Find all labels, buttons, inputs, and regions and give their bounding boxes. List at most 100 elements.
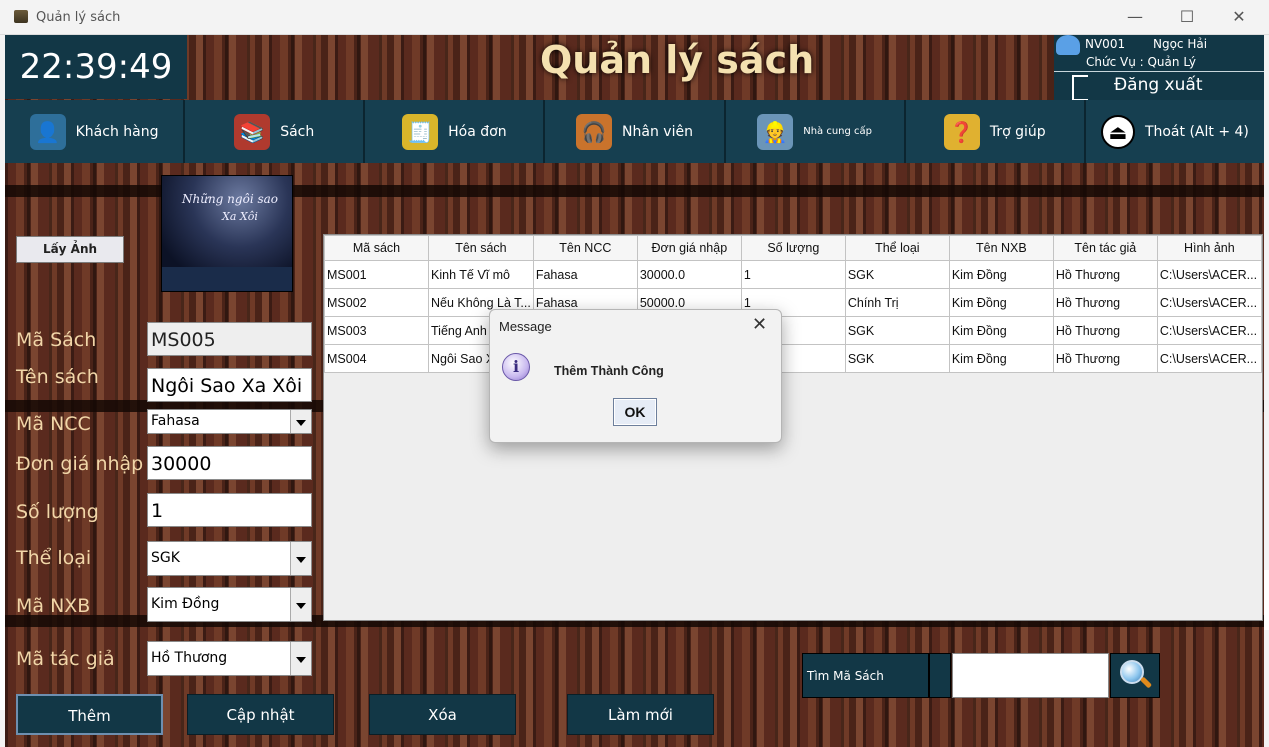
column-header[interactable]: Đơn giá nhập (636, 235, 742, 261)
table-cell: C:\Users\ACER... (1156, 288, 1262, 317)
nav-label: Nhân viên (622, 123, 693, 140)
nav-label: Trợ giúp (989, 123, 1046, 140)
books-icon: 📚 (234, 113, 271, 150)
logout-icon (1072, 75, 1088, 101)
add-button[interactable]: Thêm (16, 694, 163, 735)
table-row[interactable]: MS003 Tiếng Anh SGK Kim Đồng Hồ Thương C… (324, 316, 1262, 345)
chevron-down-icon[interactable] (290, 642, 311, 675)
table-cell: C:\Users\ACER... (1156, 260, 1262, 289)
desktop-edge (0, 170, 5, 710)
table-row[interactable]: MS002 Nếu Không Là T... Fahasa 50000.0 1… (324, 288, 1262, 317)
minimize-button[interactable]: — (1109, 0, 1161, 34)
table-cell: MS004 (324, 344, 429, 373)
dialog-title: Message (499, 319, 552, 334)
column-header[interactable]: Mã sách (324, 235, 429, 261)
books-grid: Mã sách Tên sách Tên NCC Đơn giá nhập Số… (324, 235, 1262, 373)
table-cell: MS001 (324, 260, 429, 289)
search-button[interactable] (1110, 653, 1160, 698)
main-nav: 👤 Khách hàng 📚 Sách 🧾 Hóa đơn 🎧 Nhân viê… (5, 100, 1264, 163)
nav-label: Sách (280, 123, 315, 140)
ma-nxb-select[interactable]: Kim Đồng (147, 587, 312, 622)
column-header[interactable]: Thể loại (844, 235, 950, 261)
table-cell: C:\Users\ACER... (1156, 316, 1262, 345)
chevron-down-icon[interactable] (290, 588, 311, 621)
table-cell: Hồ Thương (1052, 288, 1158, 317)
page-title: Quản lý sách (540, 38, 815, 82)
so-luong-label: Số lượng (16, 501, 99, 523)
nav-label: Nhà cung cấp (803, 126, 873, 137)
supplier-icon: 👷 (757, 113, 794, 150)
search-input[interactable] (952, 653, 1109, 698)
exit-icon: ⏏ (1100, 114, 1135, 149)
delete-button[interactable]: Xóa (369, 694, 516, 735)
ma-sach-label: Mã Sách (16, 329, 97, 351)
nav-help[interactable]: ❓ Trợ giúp (905, 100, 1086, 163)
window-titlebar: Quản lý sách — ☐ ✕ (0, 0, 1269, 35)
table-cell: Hồ Thương (1052, 344, 1158, 373)
update-button[interactable]: Cập nhật (187, 694, 334, 735)
table-cell: Kinh Tế Vĩ mô (428, 260, 534, 289)
table-cell: C:\Users\ACER... (1156, 344, 1262, 373)
maximize-button[interactable]: ☐ (1161, 0, 1213, 34)
ma-sach-field[interactable]: MS005 (147, 322, 312, 356)
table-cell: MS002 (324, 288, 429, 317)
user-role: Chức Vụ : Quản Lý (1086, 55, 1196, 69)
table-cell: Hồ Thương (1052, 316, 1158, 345)
invoice-icon: 🧾 (402, 113, 439, 150)
chevron-down-icon[interactable] (290, 542, 311, 575)
logout-label: Đăng xuất (1114, 75, 1203, 95)
desktop-edge-right (1264, 570, 1269, 630)
column-header[interactable]: Tên NXB (948, 235, 1054, 261)
the-loai-select[interactable]: SGK (147, 541, 312, 576)
get-image-button[interactable]: Lấy Ảnh (16, 236, 124, 263)
table-cell: SGK (844, 316, 950, 345)
nav-exit[interactable]: ⏏ Thoát (Alt + 4) (1085, 100, 1264, 163)
nav-suppliers[interactable]: 👷 Nhà cung cấp (725, 100, 906, 163)
user-id: NV001 (1085, 37, 1126, 51)
table-cell: 1 (740, 260, 846, 289)
column-header[interactable]: Tên tác giả (1052, 235, 1158, 261)
user-avatar-icon (1056, 35, 1080, 55)
logout-button[interactable]: Đăng xuất (1054, 71, 1264, 101)
books-table: Mã sách Tên sách Tên NCC Đơn giá nhập Số… (323, 234, 1263, 621)
nav-label: Hóa đơn (448, 123, 507, 140)
ten-sach-field[interactable]: Ngôi Sao Xa Xôi (147, 368, 312, 402)
table-row[interactable]: MS004 Ngôi Sao X SGK Kim Đồng Hồ Thương … (324, 344, 1262, 373)
employee-icon: 🎧 (576, 113, 613, 150)
so-luong-field[interactable]: 1 (147, 493, 312, 527)
table-cell: Chính Trị (844, 288, 950, 317)
ma-ncc-select[interactable]: Fahasa (147, 409, 312, 434)
column-header[interactable]: Tên NCC (532, 235, 638, 261)
table-cell: Kim Đồng (948, 316, 1054, 345)
search-select-arrow[interactable] (929, 653, 951, 698)
the-loai-value: SGK (151, 550, 180, 566)
help-icon: ❓ (943, 113, 980, 150)
clock: 22:39:49 (5, 35, 187, 99)
column-header[interactable]: Số lượng (740, 235, 846, 261)
nav-employees[interactable]: 🎧 Nhân viên (545, 100, 726, 163)
ten-sach-label: Tên sách (16, 366, 99, 388)
column-header[interactable]: Hình ảnh (1156, 235, 1262, 261)
chevron-down-icon[interactable] (290, 410, 311, 433)
search-field-select[interactable]: Tìm Mã Sách (802, 653, 929, 698)
nav-label: Khách hàng (75, 123, 159, 140)
ok-button[interactable]: OK (613, 398, 657, 426)
column-header[interactable]: Tên sách (428, 235, 534, 261)
close-window-button[interactable]: ✕ (1213, 0, 1265, 34)
table-cell: Kim Đồng (948, 344, 1054, 373)
cover-title-line1: Những ngôi sao (182, 192, 279, 206)
nav-label: Thoát (Alt + 4) (1144, 123, 1249, 140)
nav-customers[interactable]: 👤 Khách hàng (5, 100, 186, 163)
refresh-button[interactable]: Làm mới (567, 694, 714, 735)
ma-ncc-value: Fahasa (151, 413, 200, 429)
ma-tac-gia-select[interactable]: Hồ Thương (147, 641, 312, 676)
user-name: Ngọc Hải (1153, 37, 1208, 51)
dialog-close-button[interactable]: ✕ (752, 314, 767, 335)
nav-invoices[interactable]: 🧾 Hóa đơn (365, 100, 546, 163)
dialog-message: Thêm Thành Công (554, 364, 664, 378)
ma-nxb-value: Kim Đồng (151, 596, 220, 612)
don-gia-field[interactable]: 30000 (147, 446, 312, 480)
nav-books[interactable]: 📚 Sách (185, 100, 366, 163)
table-row[interactable]: MS001 Kinh Tế Vĩ mô Fahasa 30000.0 1 SGK… (324, 260, 1262, 289)
cover-ground (162, 267, 292, 291)
